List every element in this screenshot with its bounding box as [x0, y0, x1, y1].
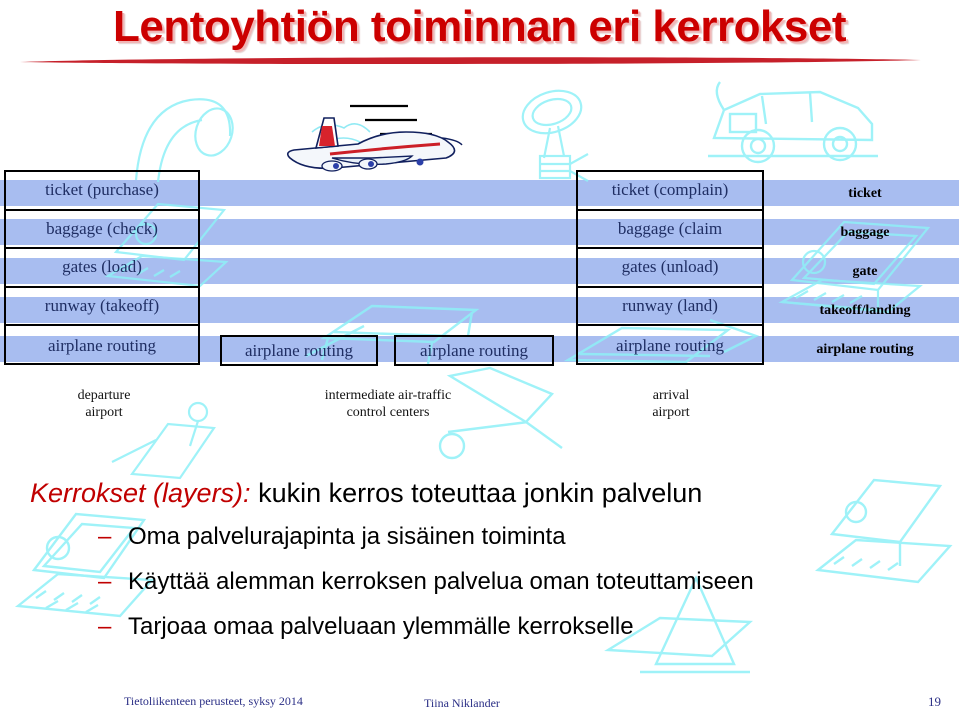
bullet-dash-icon: – [98, 523, 112, 550]
departure-layer-stack: ticket (purchase) baggage (check) gates … [4, 170, 200, 365]
arrival-layer-stack: ticket (complain) baggage (claim gates (… [576, 170, 764, 365]
bullet-text: Käyttää alemman kerroksen palvelua oman … [128, 568, 754, 595]
layer-name-label: baggage [840, 225, 890, 240]
watermark-car-icon [700, 60, 890, 170]
bullet-dash-icon: – [98, 613, 112, 640]
departure-cell: gates (load) [6, 249, 198, 288]
departure-cell: runway (takeoff) [6, 288, 198, 327]
intermediate-centers-caption: intermediate air-traffic control centers [248, 387, 528, 421]
arrival-cell: ticket (complain) [578, 172, 762, 211]
intermediate-routing-box-2: airplane routing [394, 335, 554, 366]
bullet-text: Tarjoaa omaa palveluaan ylemmälle kerrok… [128, 613, 634, 640]
layer-name-label: takeoff/landing [819, 303, 911, 318]
arrival-cell: baggage (claim [578, 211, 762, 250]
layers-lead-emphasis: Kerrokset (layers): [30, 478, 251, 508]
bullet-dash-icon: – [98, 568, 112, 595]
footer-course-label: Tietoliikenteen perusteet, syksy 2014 [124, 694, 303, 708]
footer-page-number: 19 [928, 694, 941, 709]
layers-lead-rest: kukin kerros toteuttaa jonkin palvelun [250, 478, 703, 508]
airplane-illustration-icon [286, 104, 463, 172]
departure-cell: baggage (check) [6, 211, 198, 250]
bullet-item-1: – Oma palvelurajapinta ja sisäinen toimin… [98, 523, 958, 551]
slide-footer: Tietoliikenteen perusteet, syksy 2014 Ti… [0, 694, 959, 714]
bullet-item-2: – Käyttää alemman kerroksen palvelua oman… [98, 568, 958, 596]
layer-name-label: gate [852, 264, 878, 279]
caption-line: arrival [652, 388, 690, 403]
departure-airport-caption: departure airport [12, 387, 196, 421]
layer-name-label: airplane routing [816, 342, 914, 357]
footer-author-label: Tiina Niklander [424, 696, 500, 710]
caption-line: departure [77, 388, 131, 403]
caption-line: control centers [346, 405, 430, 421]
bullet-text: Oma palvelurajapinta ja sisäinen toimint… [128, 523, 566, 550]
layer-name-label: ticket [848, 186, 882, 201]
slide-canvas: Lentoyhtiön toiminnan eri kerrokset tick… [0, 0, 959, 717]
intermediate-routing-box-1: airplane routing [220, 335, 378, 366]
arrival-cell: airplane routing [615, 335, 725, 355]
page-title: Lentoyhtiön toiminnan eri kerrokset [112, 2, 847, 51]
arrival-cell: gates (unload) [578, 249, 762, 288]
arrival-cell: runway (land) [578, 288, 762, 327]
departure-cell: ticket (purchase) [6, 172, 198, 211]
arrival-airport-caption: arrival airport [578, 387, 764, 421]
bullet-item-3: – Tarjoaa omaa palveluaan ylemmälle kerro… [98, 613, 958, 641]
caption-line: airport [85, 405, 123, 421]
title-underline-rule [20, 57, 921, 65]
departure-cell: airplane routing [47, 335, 157, 355]
caption-line: airport [652, 405, 690, 421]
caption-line: intermediate air-traffic [324, 388, 452, 403]
title-block: Lentoyhtiön toiminnan eri kerrokset [0, 2, 959, 64]
layers-lead-line: Kerrokset (layers): kukin kerros toteutt… [30, 478, 950, 509]
